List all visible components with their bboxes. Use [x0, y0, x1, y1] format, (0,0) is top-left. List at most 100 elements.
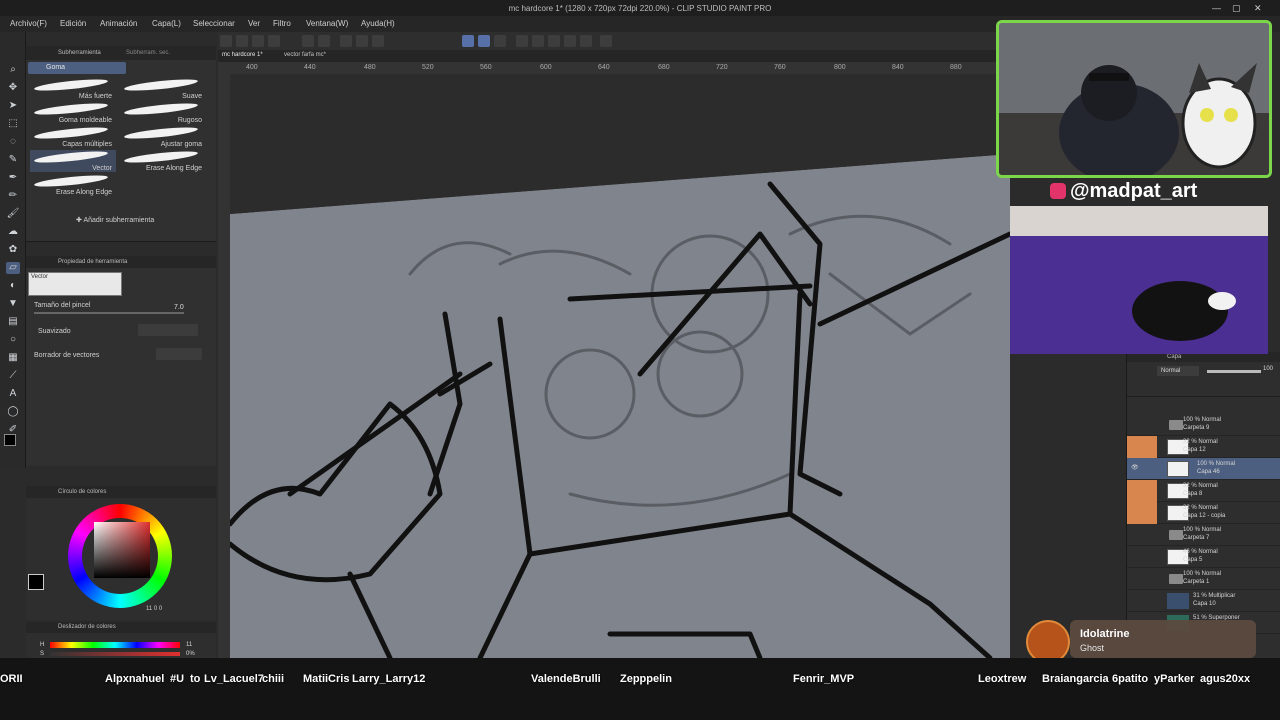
menu-archivo[interactable]: Archivo(F)	[10, 19, 47, 28]
brush-vector[interactable]: Vector	[30, 149, 116, 172]
gradient-tool-icon[interactable]: ▤	[6, 316, 20, 328]
saturation-value-box[interactable]	[94, 522, 150, 578]
brush-size-slider[interactable]	[34, 312, 184, 314]
menu-ventana[interactable]: Ventana(W)	[306, 19, 348, 28]
transform-icon[interactable]	[372, 35, 384, 47]
settings-icon[interactable]	[580, 35, 592, 47]
brush-suave[interactable]: Suave	[120, 77, 206, 100]
maximize-button[interactable]: ▢	[1232, 3, 1241, 14]
blend-tool-icon[interactable]: ◐	[6, 280, 20, 292]
brush-label: Erase Along Edge	[55, 189, 112, 196]
brush-mas-fuerte[interactable]: Más fuerte	[30, 77, 116, 100]
layout-icon[interactable]	[600, 35, 612, 47]
folder-icon	[1169, 530, 1183, 540]
subtool-title[interactable]: Subherramienta	[58, 50, 101, 56]
save-icon[interactable]	[252, 35, 264, 47]
airbrush-tool-icon[interactable]: ☁	[6, 226, 20, 238]
fill-tool-icon[interactable]: ▼	[6, 298, 20, 310]
frame-tool-icon[interactable]: ▦	[6, 352, 20, 364]
decoration-tool-icon[interactable]: ✿	[6, 244, 20, 256]
vector-eraser-mode[interactable]	[156, 348, 202, 360]
brush-size-value[interactable]: 7.0	[174, 304, 184, 311]
brush-label: Ajustar goma	[160, 141, 202, 148]
viewer-name: MatiiCris	[303, 673, 350, 685]
add-subtool-button[interactable]: ✚ Añadir subherramienta	[76, 216, 154, 224]
layer-row[interactable]: 32 % Normal Capa 12	[1127, 436, 1280, 458]
menu-ver[interactable]: Ver	[248, 19, 260, 28]
fit-view-icon[interactable]	[548, 35, 560, 47]
layer-row[interactable]: 32 % Normal Capa 12 - copia	[1127, 502, 1280, 524]
flip-icon[interactable]	[564, 35, 576, 47]
layer-row-selected[interactable]: 👁 100 % Normal Capa 46	[1127, 458, 1280, 480]
new-file-icon[interactable]	[220, 35, 232, 47]
eyedropper-tool-icon[interactable]: ✎	[6, 154, 20, 166]
menu-edicion[interactable]: Edición	[60, 19, 86, 28]
eraser-tool-icon[interactable]: ▱	[6, 262, 20, 274]
close-button[interactable]: ✕	[1254, 3, 1262, 14]
layer-row[interactable]: 100 % Normal Carpeta 1	[1127, 568, 1280, 590]
hue-slider[interactable]	[50, 642, 180, 648]
clear-icon[interactable]	[340, 35, 352, 47]
main-color-swatch[interactable]	[4, 434, 16, 446]
pen-tool-icon[interactable]: ✒	[6, 172, 20, 184]
subtool-group-eraser[interactable]: Goma	[28, 62, 126, 74]
main-color-chip[interactable]	[28, 574, 44, 590]
saturation-slider[interactable]	[50, 652, 180, 656]
notification-name: Idolatrine	[1080, 628, 1130, 640]
brush-rugoso[interactable]: Rugoso	[120, 101, 206, 124]
folder-icon	[1169, 420, 1183, 430]
operation-tool-icon[interactable]: ➤	[6, 100, 20, 112]
layer-row[interactable]: 100 % Normal Carpeta 9	[1127, 414, 1280, 436]
selection-tool-icon[interactable]: ⬚	[6, 118, 20, 130]
lasso-tool-icon[interactable]: ◌	[6, 136, 20, 148]
ruler-tick: 640	[598, 64, 610, 71]
brush-ajustar-goma[interactable]: Ajustar goma	[120, 125, 206, 148]
eye-icon[interactable]: 👁	[1131, 464, 1141, 474]
snap-grid-icon[interactable]	[478, 35, 490, 47]
brush-erase-along-edge-2[interactable]: Erase Along Edge	[30, 173, 116, 196]
pen-icon[interactable]	[494, 35, 506, 47]
drawing-canvas[interactable]	[230, 74, 1010, 658]
layer-row[interactable]: 31 % Multiplicar Capa 10	[1127, 590, 1280, 612]
menu-seleccionar[interactable]: Seleccionar	[193, 19, 235, 28]
menu-animacion[interactable]: Animación	[100, 19, 137, 28]
brush-capas-multiples[interactable]: Capas múltiples	[30, 125, 116, 148]
snap-ruler-icon[interactable]	[462, 35, 474, 47]
undo-icon[interactable]	[302, 35, 314, 47]
smoothing-selector[interactable]	[138, 324, 198, 336]
ruler-tool-icon[interactable]: ⟋	[6, 370, 20, 382]
subtool-panel: Subherramienta Subherram. sec. Goma Más …	[26, 46, 216, 242]
brush-tool-icon[interactable]: 🖌	[6, 208, 20, 220]
layer-row[interactable]: 32 % Normal Capa 8	[1127, 480, 1280, 502]
color-slider-panel: Deslizador de colores H 11 S 0%	[26, 622, 216, 658]
menu-capa[interactable]: Capa(L)	[152, 19, 181, 28]
fill-icon[interactable]	[356, 35, 368, 47]
layer-row[interactable]: 46 % Normal Capa 5	[1127, 546, 1280, 568]
subtool-secondary-tab[interactable]: Subherram. sec.	[126, 50, 170, 56]
rotate-left-icon[interactable]	[516, 35, 528, 47]
tab-vector-farfa[interactable]: vector farfa mc*	[284, 52, 326, 58]
menu-ayuda[interactable]: Ayuda(H)	[361, 19, 395, 28]
layer-thumbnail	[1167, 593, 1189, 609]
viewer-name: ValendeBrulli	[531, 673, 601, 685]
opacity-value[interactable]: 100	[1263, 366, 1273, 372]
layer-row[interactable]: 100 % Normal Carpeta 7	[1127, 524, 1280, 546]
text-tool-icon[interactable]: A	[6, 388, 20, 400]
blend-mode-select[interactable]: Normal	[1157, 366, 1199, 376]
rotate-right-icon[interactable]	[532, 35, 544, 47]
zoom-tool-icon[interactable]: ⌕	[6, 64, 20, 76]
opacity-slider[interactable]	[1207, 370, 1261, 373]
brush-goma-moldeable[interactable]: Goma moldeable	[30, 101, 116, 124]
figure-tool-icon[interactable]: ○	[6, 334, 20, 346]
tab-mc-hardcore[interactable]: mc hardcore 1*	[222, 52, 263, 58]
menu-filtro[interactable]: Filtro	[273, 19, 291, 28]
viewer-name: chiii	[262, 673, 285, 685]
export-icon[interactable]	[268, 35, 280, 47]
pencil-tool-icon[interactable]: ✏	[6, 190, 20, 202]
minimize-button[interactable]: —	[1212, 3, 1221, 13]
redo-icon[interactable]	[318, 35, 330, 47]
brush-erase-along-edge[interactable]: Erase Along Edge	[120, 149, 206, 172]
move-tool-icon[interactable]: ✥	[6, 82, 20, 94]
balloon-tool-icon[interactable]: ◯	[6, 406, 20, 418]
open-file-icon[interactable]	[236, 35, 248, 47]
